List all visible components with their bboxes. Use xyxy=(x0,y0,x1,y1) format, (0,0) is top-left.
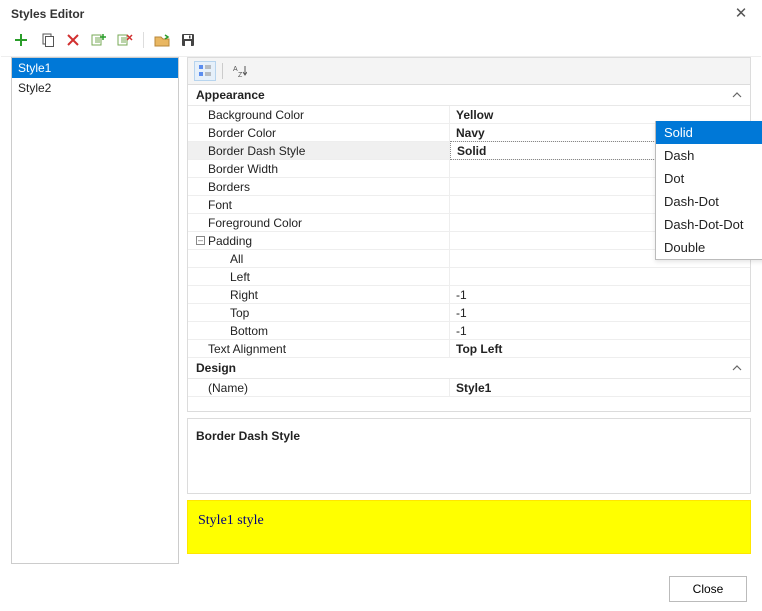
dropdown-option[interactable]: Dash xyxy=(656,144,762,167)
prop-name: Right xyxy=(188,286,450,303)
svg-text:Z: Z xyxy=(238,72,243,78)
prop-row-padding-bottom[interactable]: Bottom -1 xyxy=(188,322,750,340)
category-label: Appearance xyxy=(196,88,265,102)
description-title: Border Dash Style xyxy=(196,429,742,443)
category-header-design[interactable]: Design xyxy=(188,358,750,379)
prop-name: Top xyxy=(188,304,450,321)
prop-name: Bottom xyxy=(188,322,450,339)
dropdown-option[interactable]: Dash-Dot-Dot xyxy=(656,213,762,236)
prop-row-padding-left[interactable]: Left xyxy=(188,268,750,286)
expand-icon[interactable]: – xyxy=(196,236,205,245)
toolbar-separator xyxy=(143,32,144,48)
prop-name: Font xyxy=(188,196,450,213)
prop-name: Background Color xyxy=(188,106,450,123)
add-icon[interactable] xyxy=(13,32,29,48)
prop-value[interactable]: -1 xyxy=(450,286,750,304)
description-panel: Border Dash Style xyxy=(187,418,751,494)
prop-name: – Padding xyxy=(188,232,450,249)
prop-value[interactable]: -1 xyxy=(450,322,750,340)
prop-value[interactable]: -1 xyxy=(450,304,750,322)
prop-name: (Name) xyxy=(188,379,450,396)
dropdown-option[interactable]: Dot xyxy=(656,167,762,190)
collapse-icon[interactable] xyxy=(732,363,742,373)
footer: Close xyxy=(669,576,747,602)
style-preview: Style1 style xyxy=(187,500,751,554)
prop-name: Borders xyxy=(188,178,450,195)
prop-name: Text Alignment xyxy=(188,340,450,357)
prop-name: Border Width xyxy=(188,160,450,177)
right-panel: AZ Appearance Background Color Yellow Bo… xyxy=(187,57,751,564)
prop-row-name[interactable]: (Name) Style1 xyxy=(188,379,750,397)
save-icon[interactable] xyxy=(180,32,196,48)
preview-text: Style1 style xyxy=(198,513,264,528)
prop-name: Border Color xyxy=(188,124,450,141)
dropdown-option[interactable]: Dash-Dot xyxy=(656,190,762,213)
category-header-appearance[interactable]: Appearance xyxy=(188,85,750,106)
prop-name-text: Padding xyxy=(208,234,252,248)
prop-row-text-alignment[interactable]: Text Alignment Top Left xyxy=(188,340,750,358)
prop-name: Left xyxy=(188,268,450,285)
assign-add-icon[interactable] xyxy=(91,32,107,48)
property-toolbar: AZ xyxy=(187,57,751,85)
styles-list[interactable]: Style1 Style2 xyxy=(11,57,179,564)
titlebar: Styles Editor ✕ xyxy=(1,1,761,27)
prop-row-padding-top[interactable]: Top -1 xyxy=(188,304,750,322)
window-title: Styles Editor xyxy=(11,7,84,21)
close-button[interactable]: Close xyxy=(669,576,747,602)
prop-row-padding-right[interactable]: Right -1 xyxy=(188,286,750,304)
prop-name: Foreground Color xyxy=(188,214,450,231)
assign-remove-icon[interactable] xyxy=(117,32,133,48)
body: Style1 Style2 AZ Appearance Backgr xyxy=(11,57,751,564)
styles-editor-window: Styles Editor ✕ Style1 Style2 xyxy=(0,0,762,611)
categorized-icon[interactable] xyxy=(194,61,216,81)
dropdown-option[interactable]: Solid xyxy=(656,121,762,144)
prop-name: All xyxy=(188,250,450,267)
close-icon[interactable]: ✕ xyxy=(731,4,751,24)
open-icon[interactable] xyxy=(154,32,170,48)
delete-icon[interactable] xyxy=(65,32,81,48)
main-toolbar xyxy=(1,27,761,57)
prop-name: Border Dash Style xyxy=(188,142,450,159)
category-label: Design xyxy=(196,361,236,375)
copy-icon[interactable] xyxy=(39,32,55,48)
list-item[interactable]: Style2 xyxy=(12,78,178,98)
toolbar-separator xyxy=(222,63,223,79)
collapse-icon[interactable] xyxy=(732,90,742,100)
prop-value[interactable]: Style1 xyxy=(450,379,750,397)
alphabetical-icon[interactable]: AZ xyxy=(229,61,251,81)
prop-value[interactable]: Top Left xyxy=(450,340,750,358)
list-item[interactable]: Style1 xyxy=(12,58,178,78)
border-dash-style-dropdown[interactable]: Solid Dash Dot Dash-Dot Dash-Dot-Dot Dou… xyxy=(655,121,762,260)
grid-filler xyxy=(188,397,750,411)
dropdown-option[interactable]: Double xyxy=(656,236,762,259)
